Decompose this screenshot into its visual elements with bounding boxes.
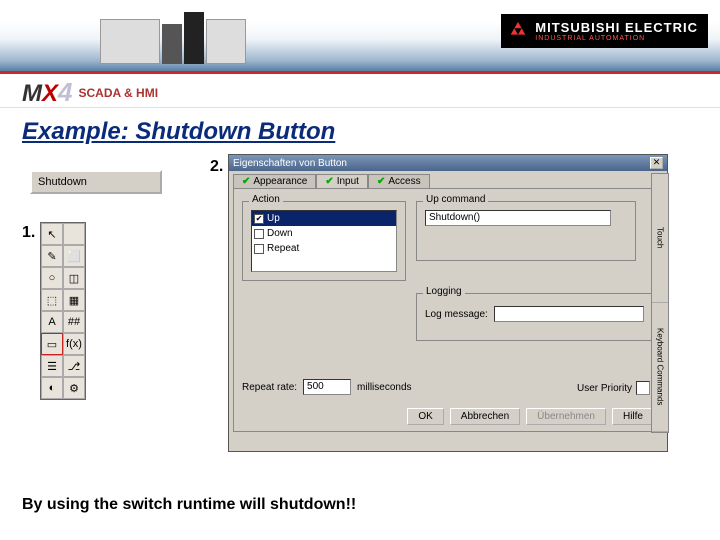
ok-button[interactable]: OK (407, 408, 443, 425)
brand-name: MITSUBISHI ELECTRIC (535, 20, 698, 35)
tool-ellipse[interactable]: ○ (41, 267, 63, 289)
action-item-down[interactable]: Down (252, 226, 396, 241)
tool-pencil[interactable]: ✎ (41, 245, 63, 267)
tool-gauge[interactable]: ◐ (41, 377, 63, 399)
cancel-button[interactable]: Abbrechen (450, 408, 520, 425)
action-listbox[interactable]: ✔ Up Down Repeat (251, 210, 397, 272)
tool-gear[interactable]: ⚙ (63, 377, 85, 399)
tool-grid[interactable]: ▦ (63, 289, 85, 311)
dialog-side-tabs: Touch Keyboard Commands (651, 173, 669, 433)
up-command-label: Up command (423, 194, 488, 205)
check-icon: ✔ (242, 176, 250, 187)
tool-button[interactable]: ▭ (41, 333, 63, 355)
action-group-label: Action (249, 194, 283, 205)
apply-button[interactable]: Übernehmen (526, 408, 606, 425)
action-group: Action ✔ Up Down Repeat (242, 201, 406, 281)
logging-group: Logging Log message: (416, 293, 656, 341)
toolbox-palette: ↖ ✎ ⬜ ○ ◫ ⬚ ▦ A ## ▭ f(x) ☰ ⎇ ◐ ⚙ (40, 222, 86, 400)
up-command-group: Up command Shutdown() (416, 201, 636, 261)
repeat-rate-row: Repeat rate: 500 milliseconds (242, 379, 412, 395)
tool-branch[interactable]: ⎇ (63, 355, 85, 377)
user-priority: User Priority (577, 381, 650, 395)
slide-content: Shutdown 1. 2. ↖ ✎ ⬜ ○ ◫ ⬚ ▦ A ## ▭ f(x)… (0, 152, 720, 492)
slide-title: Example: Shutdown Button (22, 118, 720, 146)
dialog-tabs: ✔Appearance ✔Input ✔Access (229, 171, 667, 188)
repeat-rate-label: Repeat rate: (242, 382, 297, 393)
dialog-title: Eigenschaften von Button (233, 158, 347, 169)
tool-frame[interactable]: ⬚ (41, 289, 63, 311)
dialog-body: Action ✔ Up Down Repeat (233, 188, 663, 432)
scada-hmi-label: SCADA & HMI (78, 86, 158, 100)
tab-access[interactable]: ✔Access (368, 174, 430, 188)
tool-number[interactable]: ## (63, 311, 85, 333)
close-icon[interactable]: ✕ (650, 157, 663, 169)
logging-label: Logging (423, 286, 465, 297)
tool-blank[interactable] (63, 223, 85, 245)
dialog-button-row: OK Abbrechen Übernehmen Hilfe (407, 408, 654, 425)
user-priority-label: User Priority (577, 383, 632, 394)
tool-rect[interactable]: ⬜ (63, 245, 85, 267)
shutdown-button-label: Shutdown (38, 176, 87, 188)
button-properties-dialog: Eigenschaften von Button ✕ ✔Appearance ✔… (228, 154, 668, 452)
brand-subtitle: INDUSTRIAL AUTOMATION (535, 35, 698, 42)
side-tab-keyboard[interactable]: Keyboard Commands (652, 303, 668, 432)
dialog-titlebar[interactable]: Eigenschaften von Button ✕ (229, 155, 667, 171)
footer-note: By using the switch runtime will shutdow… (22, 496, 356, 514)
product-bar: MX4 SCADA & HMI (0, 74, 720, 108)
brand-block: MITSUBISHI ELECTRIC INDUSTRIAL AUTOMATIO… (501, 14, 708, 48)
check-icon: ✔ (377, 176, 385, 187)
action-item-up[interactable]: ✔ Up (252, 211, 396, 226)
tab-input[interactable]: ✔Input (316, 174, 368, 188)
tool-panel[interactable]: ◫ (63, 267, 85, 289)
check-icon: ✔ (325, 176, 333, 187)
shutdown-button-example[interactable]: Shutdown (30, 170, 162, 194)
checkbox-repeat[interactable] (254, 244, 264, 254)
help-button[interactable]: Hilfe (612, 408, 654, 425)
user-priority-dropdown[interactable] (636, 381, 650, 395)
tab-appearance[interactable]: ✔Appearance (233, 174, 316, 188)
checkbox-up[interactable]: ✔ (254, 214, 264, 224)
log-message-label: Log message: (425, 309, 488, 320)
mitsubishi-logo-icon (507, 20, 529, 42)
side-tab-touch[interactable]: Touch (652, 174, 668, 303)
slide-header: MITSUBISHI ELECTRIC INDUSTRIAL AUTOMATIO… (0, 0, 720, 74)
tool-list[interactable]: ☰ (41, 355, 63, 377)
up-command-field[interactable]: Shutdown() (425, 210, 611, 226)
tool-function[interactable]: f(x) (63, 333, 85, 355)
tool-text[interactable]: A (41, 311, 63, 333)
repeat-rate-unit: milliseconds (357, 382, 411, 393)
mx4-logo: MX4 (22, 77, 72, 108)
checkbox-down[interactable] (254, 229, 264, 239)
callout-1: 1. (22, 224, 35, 242)
repeat-rate-field[interactable]: 500 (303, 379, 351, 395)
callout-2: 2. (210, 158, 223, 176)
equipment-graphic (100, 2, 300, 64)
action-item-repeat[interactable]: Repeat (252, 241, 396, 256)
log-message-field[interactable] (494, 306, 644, 322)
tool-pointer[interactable]: ↖ (41, 223, 63, 245)
